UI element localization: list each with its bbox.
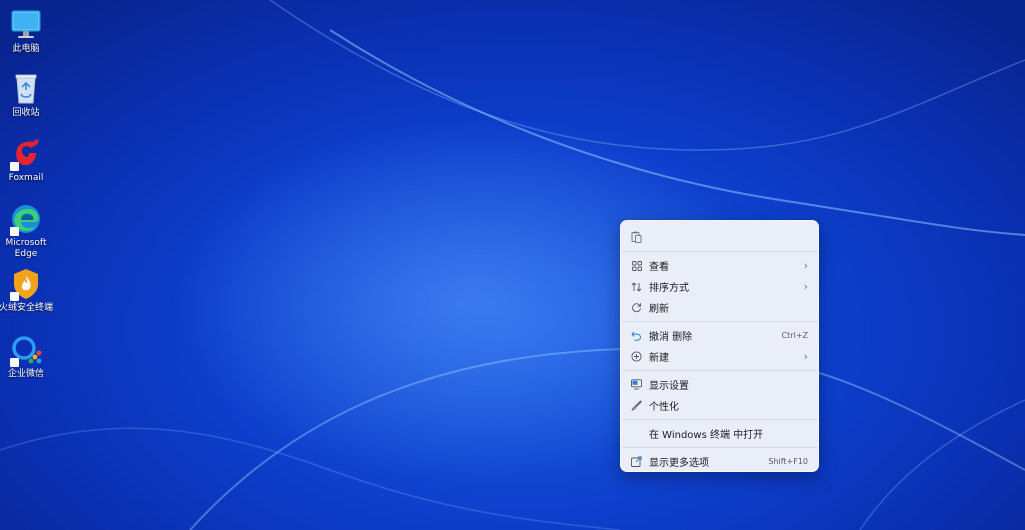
menu-item-label: 显示设置 [649, 381, 689, 392]
chevron-right-icon: › [803, 259, 808, 272]
desktop-icon-label: 此电脑 [12, 44, 40, 54]
foxmail-icon [9, 137, 43, 171]
context-menu-quick-actions [621, 221, 818, 251]
share-icon [631, 456, 642, 467]
sort-icon [631, 281, 642, 292]
desktop-icon-foxmail[interactable]: Foxmail [0, 137, 52, 184]
wallpaper-swoosh [0, 0, 1025, 530]
menu-item-label: 刷新 [649, 304, 669, 315]
menu-item-label: 显示更多选项 [649, 458, 709, 469]
menu-item-undo-delete[interactable]: 撤消 删除 Ctrl+Z [621, 325, 818, 346]
desktop-icon-label: 回收站 [12, 108, 40, 118]
chevron-right-icon: › [803, 280, 808, 293]
menu-item-shortcut: Shift+F10 [768, 457, 808, 466]
paste-icon[interactable] [631, 231, 642, 243]
menu-item-display-settings[interactable]: 显示设置 [621, 374, 818, 395]
menu-item-new[interactable]: 新建 › [621, 346, 818, 367]
menu-item-view[interactable]: 查看 › [621, 255, 818, 276]
menu-item-sort[interactable]: 排序方式 › [621, 276, 818, 297]
desktop-icon-recycle-bin[interactable]: 回收站 [0, 72, 52, 119]
recycle-bin-icon [9, 72, 43, 106]
shortcut-arrow-icon [10, 162, 19, 171]
wecom-icon [9, 333, 43, 367]
menu-item-open-in-terminal[interactable]: 在 Windows 终端 中打开 [621, 423, 818, 444]
computer-icon [9, 8, 43, 42]
refresh-icon [631, 302, 642, 313]
desktop[interactable]: 此电脑 回收站 Foxmail Microsoft Edge 火绒安全终端 企业… [0, 0, 1025, 530]
desktop-icon-edge[interactable]: Microsoft Edge [0, 202, 52, 260]
menu-item-label: 在 Windows 终端 中打开 [649, 430, 764, 441]
menu-item-shortcut: Ctrl+Z [781, 331, 808, 340]
plus-circle-icon [631, 351, 642, 362]
brush-icon [631, 400, 642, 411]
desktop-icon-huorong[interactable]: 火绒安全终端 [0, 267, 53, 314]
desktop-context-menu: 查看 › 排序方式 › 刷新 撤消 删除 Ctrl+Z 新建 › 显示设置 个性… [620, 220, 819, 472]
desktop-icon-label: Microsoft Edge [5, 238, 47, 259]
desktop-icon-label: 火绒安全终端 [0, 303, 53, 313]
menu-item-refresh[interactable]: 刷新 [621, 297, 818, 318]
grid-icon [631, 260, 642, 271]
menu-item-label: 查看 [649, 262, 669, 273]
shortcut-arrow-icon [10, 358, 19, 367]
menu-item-personalize[interactable]: 个性化 [621, 395, 818, 416]
shortcut-arrow-icon [10, 227, 19, 236]
desktop-icon-this-pc[interactable]: 此电脑 [0, 8, 52, 55]
desktop-icon-wecom[interactable]: 企业微信 [0, 333, 52, 380]
menu-item-label: 新建 [649, 353, 669, 364]
menu-item-label: 撤消 删除 [649, 332, 693, 343]
display-icon [631, 379, 642, 390]
menu-item-show-more-options[interactable]: 显示更多选项 Shift+F10 [621, 451, 818, 472]
desktop-icon-label: 企业微信 [7, 369, 44, 379]
desktop-icon-label: Foxmail [8, 173, 44, 183]
menu-item-label: 个性化 [649, 402, 679, 413]
undo-icon [631, 330, 642, 341]
shortcut-arrow-icon [10, 292, 19, 301]
edge-icon [9, 202, 43, 236]
huorong-icon [9, 267, 43, 301]
menu-item-label: 排序方式 [649, 283, 689, 294]
chevron-right-icon: › [803, 350, 808, 363]
